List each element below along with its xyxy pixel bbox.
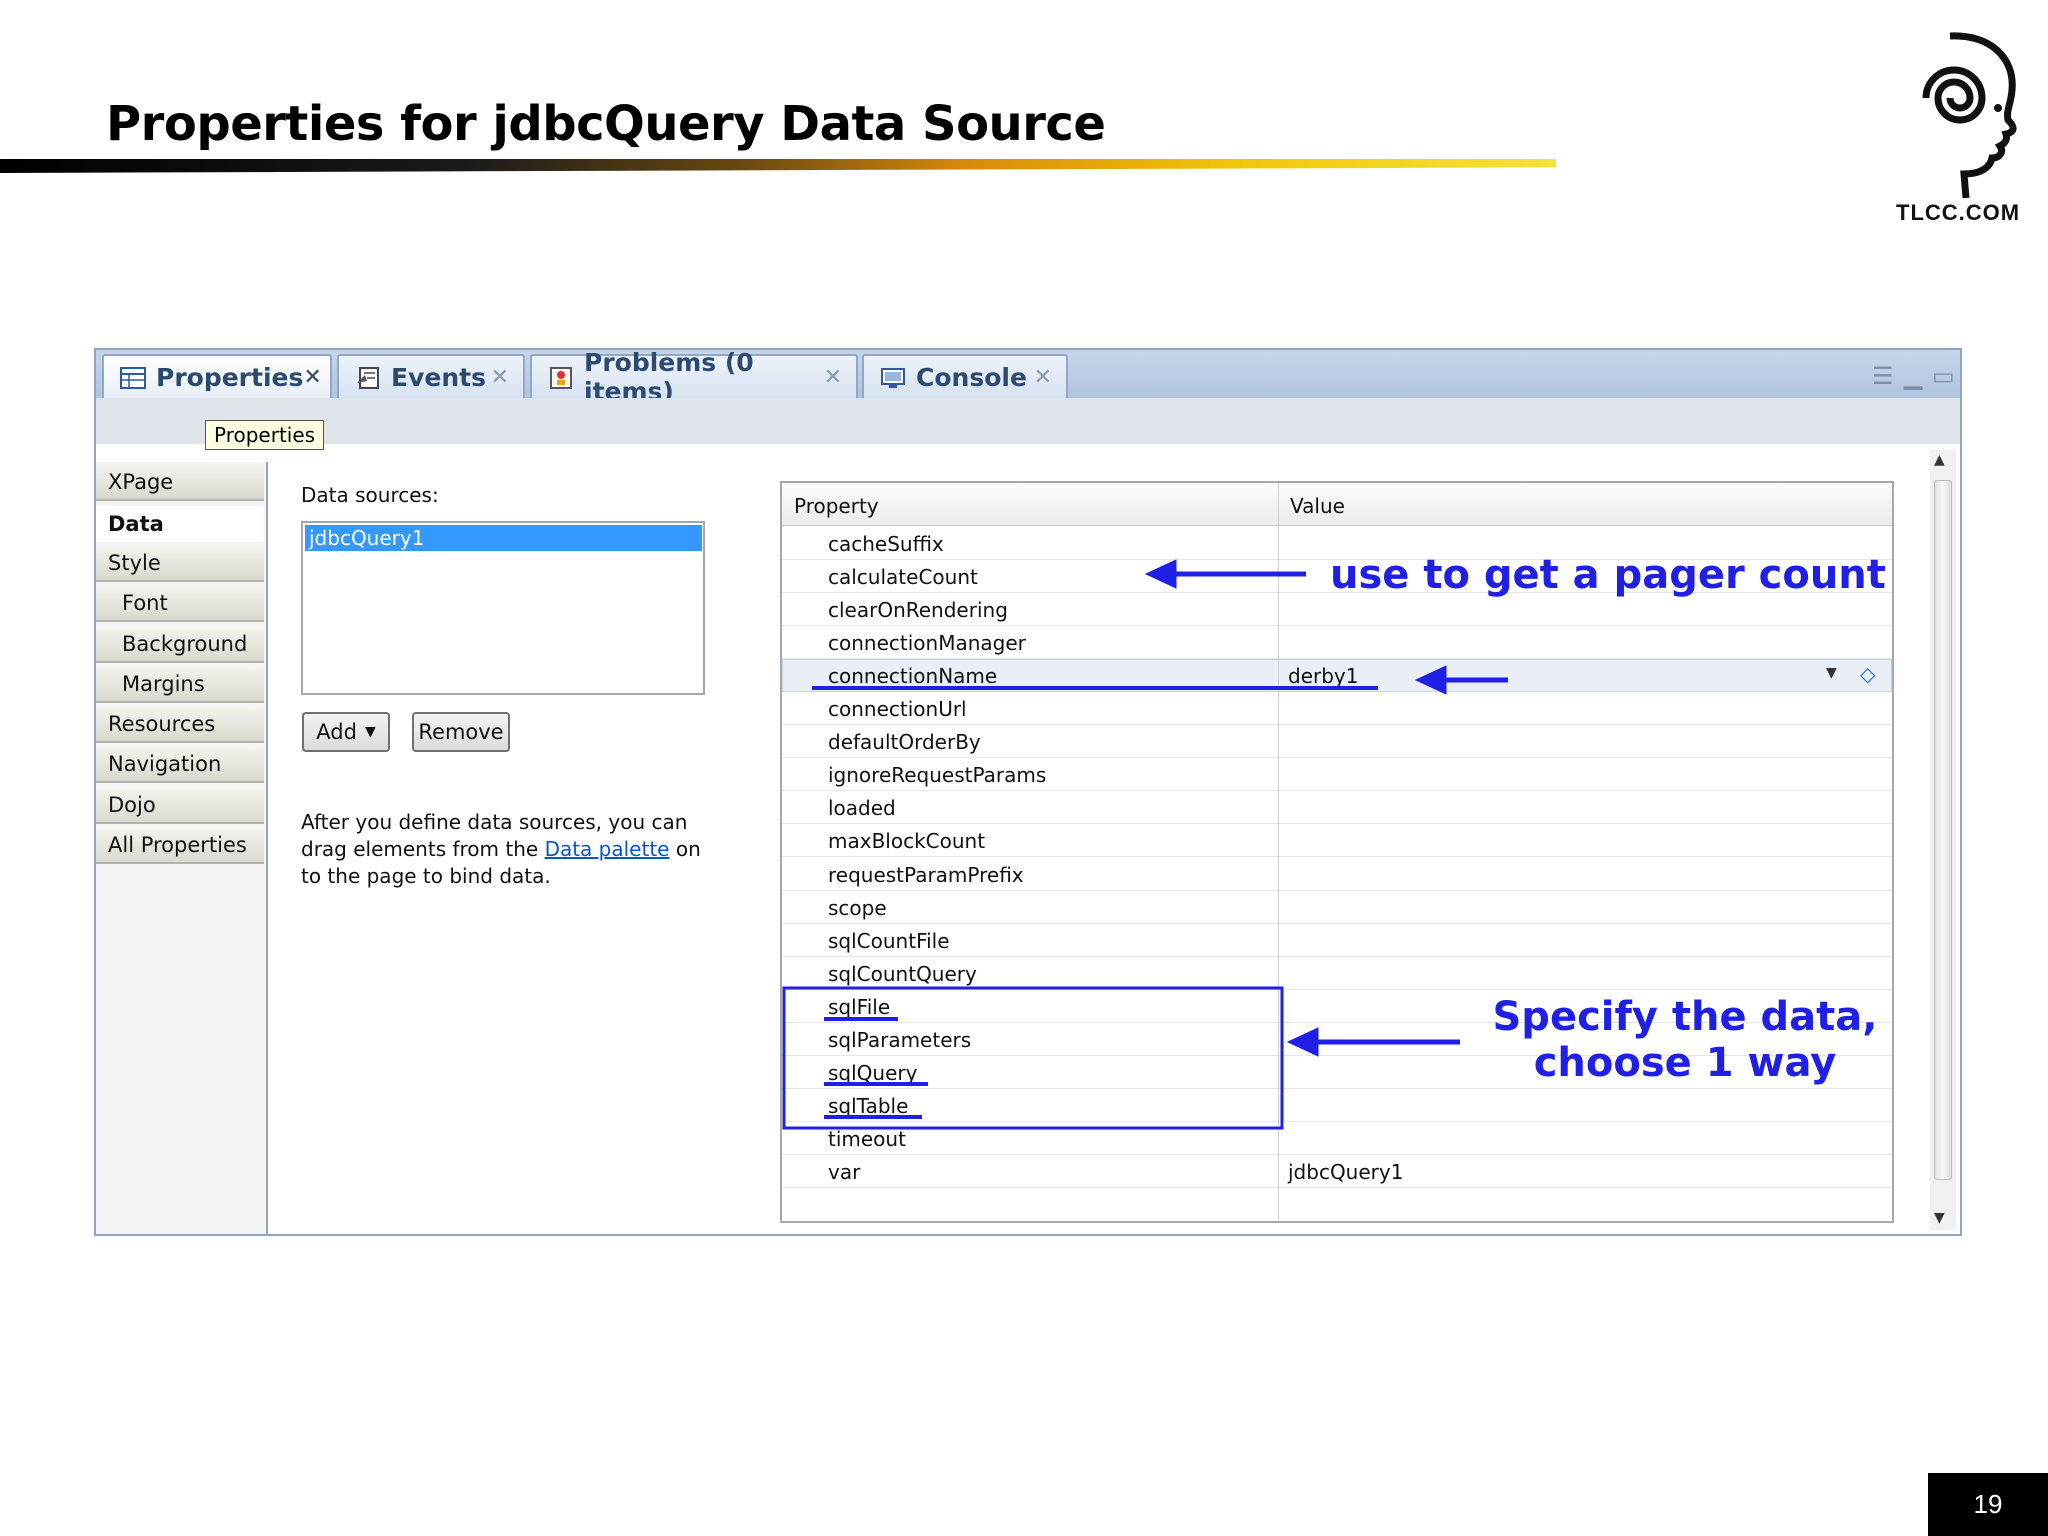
- specify-data-note: Specify the data, choose 1 way: [1470, 994, 1900, 1086]
- connection-arrow: [1414, 665, 1508, 695]
- annotation-overlay: [782, 559, 1508, 1130]
- specify-note-line2: choose 1 way: [1533, 1040, 1837, 1086]
- sql-options-box: [782, 986, 1284, 1130]
- specify-arrow: [1286, 1027, 1460, 1057]
- page-number: 19: [1928, 1473, 2048, 1536]
- pager-arrow: [1144, 559, 1306, 589]
- pager-count-note: use to get a pager count: [1330, 552, 1886, 598]
- specify-note-line1: Specify the data,: [1492, 994, 1878, 1040]
